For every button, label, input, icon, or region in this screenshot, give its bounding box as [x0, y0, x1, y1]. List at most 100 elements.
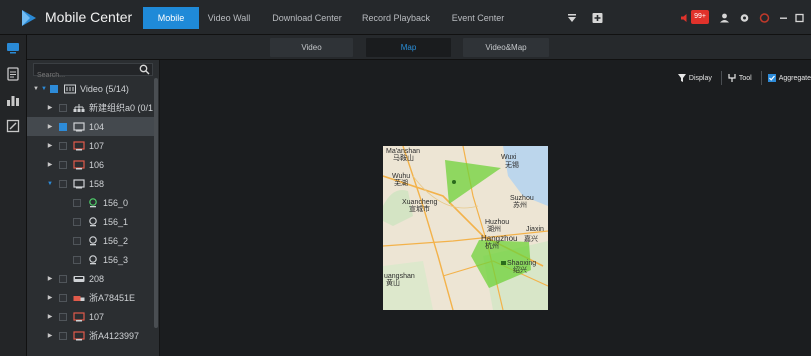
aggregate-label: Aggregate [778, 74, 811, 82]
video-root-icon [64, 84, 76, 93]
alarm-speaker-icon[interactable] [680, 11, 690, 25]
nav-tab-download-center[interactable]: Download Center [259, 7, 355, 29]
tree-checkbox[interactable] [73, 198, 81, 207]
funnel-menu-icon[interactable] [567, 11, 577, 25]
tree-node-158[interactable]: ▼ 158 [27, 174, 154, 193]
nav-tab-event-center[interactable]: Event Center [437, 7, 519, 29]
search-box [33, 63, 153, 81]
tree-scrollbar[interactable] [154, 78, 158, 328]
caret-right-icon[interactable]: ▶ [46, 313, 54, 321]
app-logo-icon [22, 10, 36, 26]
display-label: Display [688, 74, 712, 82]
tree-checkbox[interactable] [59, 274, 67, 283]
caret-down-icon[interactable]: ▼ [40, 85, 48, 93]
nav-tab-record-playback[interactable]: Record Playback [355, 7, 437, 29]
caret-right-icon[interactable]: ▶ [46, 161, 54, 169]
caret-down-icon[interactable]: ▼ [32, 85, 40, 93]
tree-node-label: 156_0 [103, 197, 129, 208]
tree-node-label: 浙A4123997 [89, 331, 140, 341]
monitor-icon[interactable] [6, 41, 20, 55]
map-label: 黄山 [386, 280, 400, 287]
tree-checkbox[interactable] [73, 236, 81, 245]
toolbar-divider [720, 71, 722, 85]
camera-icon [89, 254, 97, 264]
display-button[interactable]: Display [677, 74, 712, 82]
caret-right-icon[interactable]: ▶ [46, 294, 54, 302]
top-bar: Mobile Center Mobile Video Wall Download… [0, 0, 811, 35]
tab-video[interactable]: Video [270, 38, 353, 57]
caret-right-icon[interactable]: ▶ [46, 332, 54, 340]
tree-checkbox[interactable] [59, 179, 67, 188]
tree-node-208[interactable]: ▶ 208 [27, 269, 154, 288]
bus-icon [73, 275, 85, 282]
tab-map[interactable]: Map [366, 38, 451, 57]
tree-checkbox[interactable] [59, 141, 67, 150]
tool-icon [728, 74, 736, 82]
alarm-count-badge[interactable]: 99+ [691, 10, 709, 24]
search-icon[interactable] [139, 64, 150, 75]
map-label: Huzhou [485, 219, 510, 226]
tree-checkbox[interactable] [59, 331, 67, 340]
map-view[interactable]: Ma'anshan 马鞍山 Wuxi 无锡 Wuhu 芜湖 Xuancheng … [383, 146, 548, 310]
map-label: Wuxi [501, 154, 517, 161]
caret-right-icon[interactable]: ▶ [46, 104, 54, 112]
truck-icon [73, 295, 85, 301]
map-label: Xuancheng [402, 199, 438, 206]
vehicle-icon [73, 311, 85, 321]
tree-node-zhe-a78451e[interactable]: ▶ 浙A78451E [27, 288, 154, 307]
caret-right-icon[interactable]: ▶ [46, 142, 54, 150]
settings-icon[interactable] [739, 11, 750, 25]
org-icon [73, 103, 85, 112]
tool-button[interactable]: Tool [728, 74, 752, 82]
add-box-icon[interactable] [592, 11, 603, 25]
nav-tab-video-wall[interactable]: Video Wall [199, 7, 259, 29]
tree-checkbox[interactable] [50, 84, 58, 93]
user-icon[interactable] [719, 11, 730, 25]
tree-node-107b[interactable]: ▶ 107 [27, 307, 154, 326]
map-label: 绍兴 [513, 267, 527, 274]
minimize-icon[interactable] [779, 11, 788, 25]
toolbar-divider [760, 71, 762, 85]
map-label: 杭州 [485, 243, 499, 250]
tree-checkbox[interactable] [59, 103, 67, 112]
tab-video-and-map[interactable]: Video&Map [463, 38, 549, 57]
nav-tab-mobile[interactable]: Mobile [143, 7, 199, 29]
caret-down-icon[interactable]: ▼ [46, 180, 54, 188]
map-toolbar: Display Tool Aggregate [677, 68, 811, 88]
tree-node-camera-156-0[interactable]: 156_0 [27, 193, 154, 212]
edit-icon[interactable] [6, 119, 20, 133]
tree-node-camera-156-1[interactable]: 156_1 [27, 212, 154, 231]
tree-node-label: 208 [89, 273, 105, 284]
tree-checkbox[interactable] [59, 312, 67, 321]
tree-checkbox[interactable] [73, 217, 81, 226]
map-label: Ma'anshan [386, 148, 421, 155]
camera-icon [89, 216, 97, 226]
tree-node-camera-156-2[interactable]: 156_2 [27, 231, 154, 250]
tree-node-label: 156_2 [103, 235, 129, 246]
tree-node-107[interactable]: ▶ 107 [27, 136, 154, 155]
tree-node-video-root[interactable]: ▼ ▼ Video (5/14) [27, 79, 154, 98]
help-icon[interactable] [759, 11, 770, 25]
tree-node-zhe-a4123997[interactable]: ▶ 浙A4123997 [27, 326, 154, 345]
caret-right-icon[interactable]: ▶ [46, 123, 54, 131]
tree-node-106[interactable]: ▶ 106 [27, 155, 154, 174]
tree-node-org[interactable]: ▶ 新建组织a0 (0/1 [27, 98, 154, 117]
tree-node-104[interactable]: ▶ 104 [27, 117, 154, 136]
vehicle-icon [73, 159, 85, 169]
map-label: 湖州 [487, 226, 501, 233]
list-icon[interactable] [6, 67, 20, 81]
tree-checkbox[interactable] [59, 122, 67, 131]
tree-checkbox[interactable] [73, 255, 81, 264]
aggregate-toggle[interactable]: Aggregate [767, 74, 811, 82]
tree-checkbox[interactable] [59, 293, 67, 302]
tree-node-label: 104 [89, 121, 105, 132]
caret-right-icon[interactable]: ▶ [46, 275, 54, 283]
camera-icon [89, 235, 97, 245]
maximize-icon[interactable] [795, 11, 804, 25]
map-label: Jiaxin [526, 226, 544, 233]
report-icon[interactable] [6, 93, 20, 107]
tree-node-label: 156_3 [103, 254, 129, 265]
tree-checkbox[interactable] [59, 160, 67, 169]
tree-node-camera-156-3[interactable]: 156_3 [27, 250, 154, 269]
main-nav: Mobile Video Wall Download Center Record… [143, 7, 519, 29]
